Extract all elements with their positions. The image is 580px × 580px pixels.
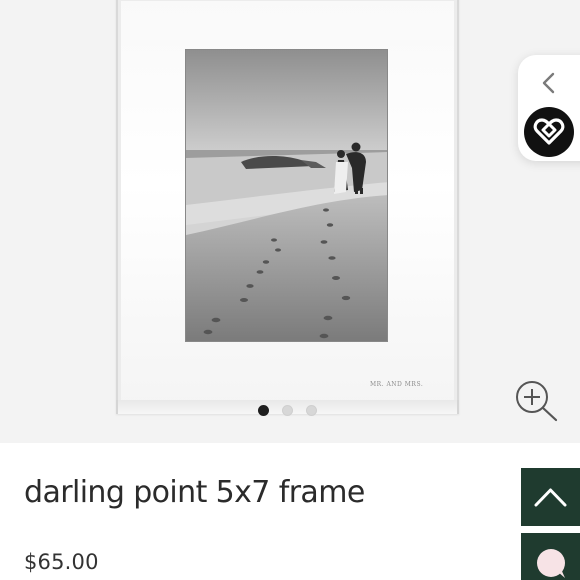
zoom-in-icon xyxy=(516,381,558,422)
chevron-up-icon xyxy=(534,488,567,507)
product-title: darling point 5x7 frame xyxy=(24,475,365,510)
chat-button[interactable] xyxy=(521,533,580,580)
product-price: $65.00 xyxy=(24,550,99,574)
zoom-button[interactable] xyxy=(512,377,560,423)
carousel-indicator xyxy=(258,404,322,416)
scroll-to-top-button[interactable] xyxy=(521,468,580,526)
brand-badge-button[interactable] xyxy=(524,107,574,157)
frame-engraving-text: MR. AND MRS. xyxy=(370,381,424,388)
carousel-dot-3[interactable] xyxy=(306,404,317,416)
chat-icon xyxy=(537,549,565,578)
brand-logo-icon xyxy=(533,118,565,145)
product-image-gallery[interactable]: MR. AND MRS. xyxy=(0,0,580,443)
beach-couple-photo xyxy=(185,49,388,342)
collapse-panel-button[interactable] xyxy=(536,69,562,97)
carousel-dot-1[interactable] xyxy=(258,404,269,416)
chevron-left-icon xyxy=(542,72,555,94)
floating-side-panel xyxy=(518,55,580,161)
carousel-dot-2[interactable] xyxy=(282,404,293,416)
